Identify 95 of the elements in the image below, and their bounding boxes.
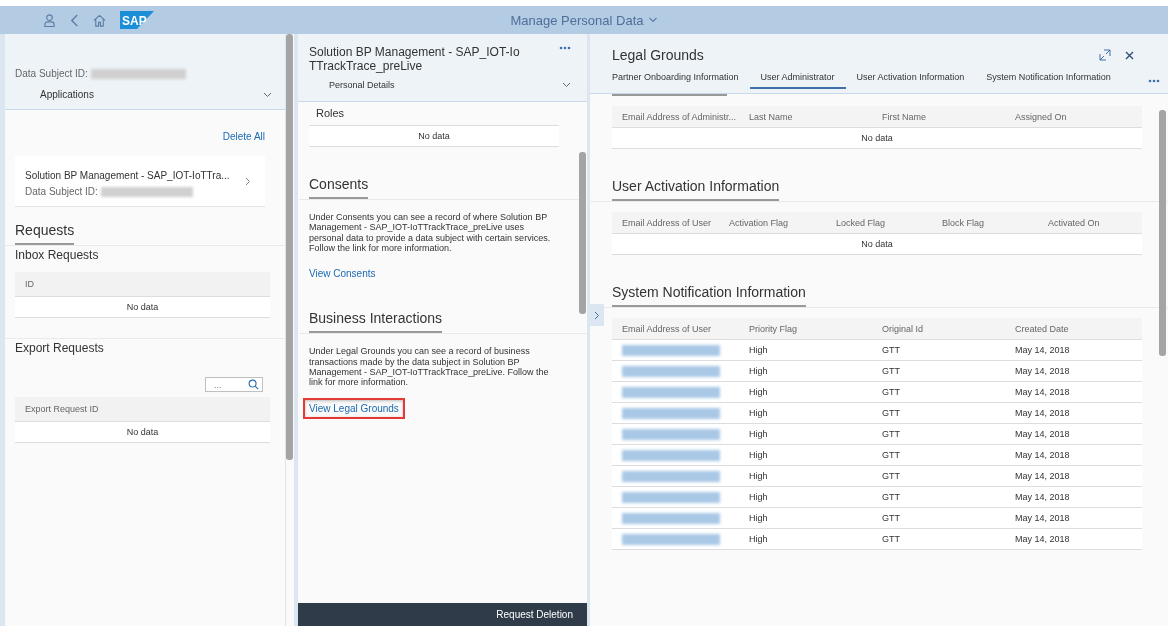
table-cell-text: May 14, 2018 (1015, 450, 1071, 460)
expand-button[interactable] (590, 304, 604, 326)
column-header: First Name (882, 111, 927, 122)
chevron-right-icon (594, 310, 600, 320)
table-cell-text: GTT (882, 429, 901, 439)
section-title: Export Requests (15, 341, 105, 355)
chevron-down-icon (562, 81, 571, 88)
column-header: ID (15, 272, 270, 297)
column-header: Export Request ID (15, 397, 270, 422)
description-text: Under Consents you can see a record of where Solution BP Management - SAP_IOT-IoTTrackTrace_preLive uses personal data to provide a data subject with certain services. Follow the link for more information. (309, 212, 552, 254)
applications-dropdown[interactable]: Applications (15, 79, 272, 100)
table-cell-text: GTT (882, 366, 901, 376)
column-header: Last Name (749, 111, 794, 122)
empty-message: No data (612, 128, 1142, 149)
table-cell-text: GTT (882, 345, 901, 355)
table-cell-text: High (749, 366, 769, 376)
section-title: Requests (15, 222, 75, 245)
column-header: Block Flag (942, 217, 986, 228)
delete-all-link[interactable]: Delete All (222, 131, 265, 142)
empty-message: No data (612, 234, 1142, 255)
table-cell-text: High (749, 408, 769, 418)
section-title: Business Interactions (309, 310, 443, 334)
back-icon[interactable] (70, 13, 79, 27)
table-cell-text: High (749, 387, 769, 397)
table-cell-text: High (749, 513, 769, 523)
panel-title: Solution BP Management - SAP_IOT-IoTTrackTrace_preLive (309, 46, 521, 74)
section-dropdown[interactable]: Personal Details (309, 73, 571, 90)
column-header: Activated On (1048, 217, 1101, 228)
column-header: Email Address of User (622, 217, 713, 228)
table-cell-text: May 14, 2018 (1015, 471, 1071, 481)
chevron-right-icon (245, 176, 251, 186)
table-cell-text: GTT (882, 513, 901, 523)
close-icon[interactable] (1125, 50, 1134, 60)
chevron-down-icon (648, 17, 658, 23)
table-cell-text: May 14, 2018 (1015, 429, 1071, 439)
table-cell-text: May 14, 2018 (1015, 387, 1071, 397)
table-cell-text: May 14, 2018 (1015, 513, 1071, 523)
empty-message: No data (15, 422, 270, 443)
application-card[interactable]: Solution BP Management - SAP_IOT-IoTTra... Data Subject ID: (15, 156, 265, 207)
fullscreen-icon[interactable] (1099, 49, 1111, 61)
table-cell-text: May 14, 2018 (1015, 492, 1071, 502)
table-cell-text: May 14, 2018 (1015, 345, 1071, 355)
column-header: Created Date (1015, 323, 1070, 334)
subject-label: Data Subject ID: (25, 186, 98, 197)
tab[interactable]: User Administrator (749, 72, 846, 89)
table-cell-text: High (749, 471, 769, 481)
table-cell-text: GTT (882, 450, 901, 460)
empty-message: No data (309, 125, 559, 147)
column-header: Email Address of User (622, 323, 713, 334)
section-title: Inbox Requests (15, 248, 100, 262)
chevron-down-icon (263, 91, 272, 98)
section-title: User Activation Information (612, 178, 780, 201)
table-cell-text: High (749, 450, 769, 460)
table-cell-text: May 14, 2018 (1015, 534, 1071, 544)
tab[interactable]: Partner Onboarding Information (612, 72, 750, 89)
logo[interactable]: SAP (120, 11, 154, 29)
column-header: Locked Flag (836, 217, 887, 228)
table-cell-text: High (749, 345, 769, 355)
application-title: Solution BP Management - SAP_IOT-IoTTra... (25, 170, 230, 181)
panel-title: Legal Grounds (612, 47, 704, 63)
tab[interactable]: System Notification Information (975, 72, 1122, 89)
table-cell-text: GTT (882, 471, 901, 481)
table-cell-text: High (749, 492, 769, 502)
table-cell-text: High (749, 429, 769, 439)
user-icon[interactable] (43, 13, 56, 27)
section-title: Consents (309, 176, 369, 199)
more-icon[interactable] (559, 46, 571, 50)
search-icon (248, 379, 259, 390)
table-cell-text: GTT (882, 492, 901, 502)
section-title: Roles (316, 107, 346, 119)
view-link[interactable]: View Consents (309, 268, 376, 280)
scrollbar-thumb[interactable] (1159, 110, 1166, 356)
table-cell-text: High (749, 534, 769, 544)
empty-message: No data (15, 297, 270, 318)
table-cell-text: May 14, 2018 (1015, 408, 1071, 418)
table-cell-text: GTT (882, 387, 901, 397)
search-field[interactable]: ... (205, 377, 263, 392)
table-cell-text: GTT (882, 534, 901, 544)
view-link[interactable]: View Legal Grounds (303, 397, 405, 419)
column-header: Priority Flag (749, 323, 798, 334)
more-icon[interactable] (1148, 79, 1160, 83)
table-cell-text: May 14, 2018 (1015, 366, 1071, 376)
column-header: Email Address of Administr... (622, 111, 738, 122)
subject-label: Data Subject ID: (15, 68, 88, 79)
description-text: Under Legal Grounds you can see a record of business transactions made by the data subject in Solution BP Management - SAP_IOT-IoTTrackTrace_preLive. Follow the link for more information. (309, 346, 550, 388)
scrollbar-thumb[interactable] (286, 34, 293, 461)
column-header: Assigned On (1015, 111, 1068, 122)
section-title: System Notification Information (612, 284, 806, 307)
table-cell-text: GTT (882, 408, 901, 418)
column-header: Original Id (882, 323, 925, 334)
request-deletion-button[interactable]: Request Deletion (482, 605, 587, 624)
home-icon[interactable] (93, 13, 106, 27)
scrollbar-thumb[interactable] (579, 152, 586, 315)
tab[interactable]: User Activation Information (845, 72, 976, 89)
column-header: Activation Flag (729, 217, 790, 228)
